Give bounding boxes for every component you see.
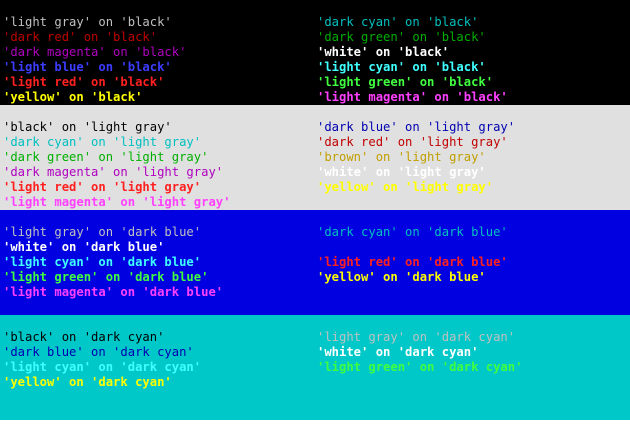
color-sample-text: 'light gray' on 'dark cyan' [317,330,516,344]
right-column: 'dark blue' on 'light gray''dark red' on… [317,120,515,195]
left-column: 'light gray' on 'dark blue''white' on 'd… [3,225,223,300]
color-sample-text: 'dark magenta' on 'light gray' [3,165,224,179]
color-sample-text: 'white' on 'black' [317,45,450,59]
color-sample-text: 'yellow' on 'black' [3,90,143,104]
color-sample-text: 'dark cyan' on 'dark blue' [317,225,508,239]
color-sample-text [317,240,508,255]
right-column: 'light gray' on 'dark cyan''white' on 'd… [317,330,522,375]
color-sample-text: 'light magenta' on 'light gray' [3,195,231,209]
color-sample-text: 'light cyan' on 'black' [317,60,486,74]
color-panel: 'black' on 'dark cyan''dark blue' on 'da… [0,315,630,420]
color-sample-text: 'light red' on 'dark blue' [317,255,508,269]
color-sample-text: 'white' on 'light gray' [317,165,486,179]
right-column: 'dark cyan' on 'dark blue' 'light red' on… [317,225,508,285]
color-sample-text: 'light blue' on 'black' [3,60,172,74]
color-sample-text: 'light green' on 'black' [317,75,494,89]
color-sample-text: 'dark blue' on 'dark cyan' [3,345,194,359]
color-sample-text: 'black' on 'dark cyan' [3,330,165,344]
terminal-color-demo: 'light gray' on 'black''dark red' on 'bl… [0,0,630,420]
color-sample-text: 'dark cyan' on 'black' [317,15,479,29]
color-sample-text: 'yellow' on 'dark cyan' [3,375,172,389]
color-sample-text: 'white' on 'dark cyan' [317,345,479,359]
color-sample-text: 'dark blue' on 'light gray' [317,120,516,134]
color-sample-text: 'light gray' on 'black' [3,15,172,29]
color-panel: 'light gray' on 'black''dark red' on 'bl… [0,0,630,105]
left-column: 'black' on 'dark cyan''dark blue' on 'da… [3,330,201,390]
color-panel: 'black' on 'light gray''dark cyan' on 'l… [0,105,630,210]
color-sample-text: 'yellow' on 'dark blue' [317,270,486,284]
left-column: 'black' on 'light gray''dark cyan' on 'l… [3,120,230,210]
color-sample-text: 'light cyan' on 'dark blue' [3,255,202,269]
color-sample-text: 'light red' on 'light gray' [3,180,202,194]
color-sample-text: 'yellow' on 'light gray' [317,180,494,194]
color-sample-text: 'light magenta' on 'black' [317,90,508,104]
right-column: 'dark cyan' on 'black''dark green' on 'b… [317,15,508,105]
color-sample-text: 'dark green' on 'light gray' [3,150,209,164]
color-sample-text: 'light cyan' on 'dark cyan' [3,360,202,374]
color-sample-text: 'light gray' on 'dark blue' [3,225,202,239]
color-panel: 'light gray' on 'dark blue''white' on 'd… [0,210,630,315]
color-sample-text: 'light green' on 'dark cyan' [317,360,523,374]
color-sample-text: 'light magenta' on 'dark blue' [3,285,224,299]
color-sample-text: 'dark magenta' on 'black' [3,45,187,59]
color-sample-text: 'dark cyan' on 'light gray' [3,135,202,149]
color-sample-text: 'dark green' on 'black' [317,30,486,44]
color-sample-text: 'light green' on 'dark blue' [3,270,209,284]
color-sample-text: 'white' on 'dark blue' [3,240,165,254]
color-sample-text: 'brown' on 'light gray' [317,150,486,164]
color-sample-text: 'dark red' on 'black' [3,30,158,44]
color-sample-text: 'light red' on 'black' [3,75,165,89]
left-column: 'light gray' on 'black''dark red' on 'bl… [3,15,186,105]
color-sample-text: 'dark red' on 'light gray' [317,135,508,149]
color-sample-text: 'black' on 'light gray' [3,120,172,134]
